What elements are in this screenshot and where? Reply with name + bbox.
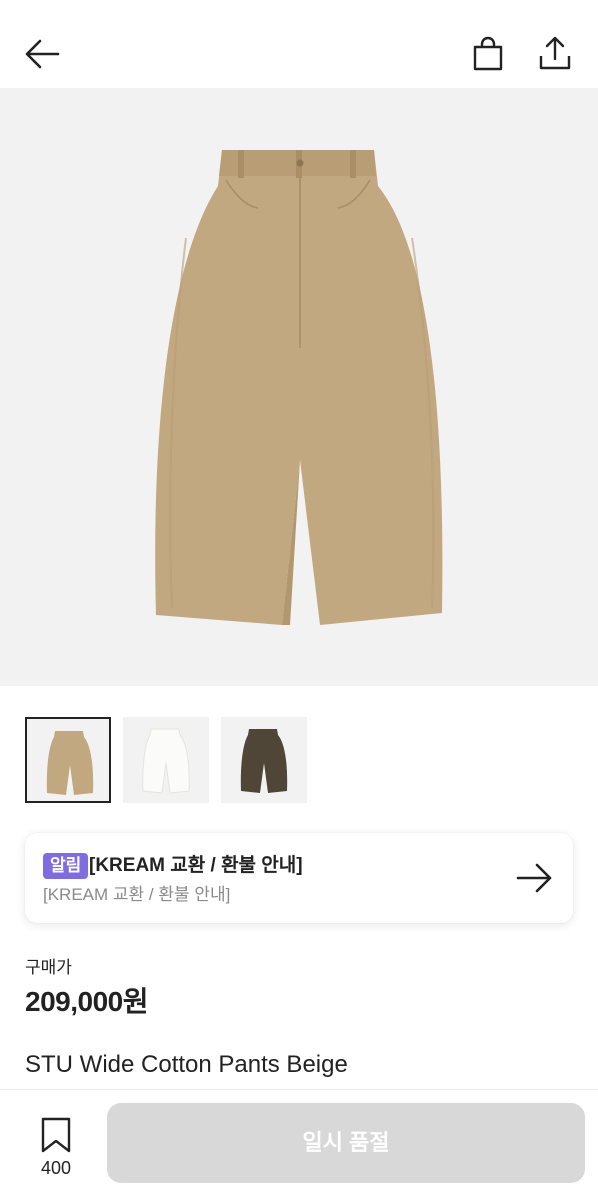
arrow-right-icon: [516, 863, 552, 893]
bottom-action-bar: 400 일시 품절: [0, 1089, 598, 1200]
price-label: 구매가: [25, 958, 72, 977]
share-icon: [539, 36, 571, 70]
wishlist-button[interactable]: 400: [22, 1112, 90, 1182]
thumbnail-brown[interactable]: [221, 717, 307, 803]
notice-badge: 알림: [43, 853, 89, 879]
wishlist-count: 400: [40, 1158, 72, 1178]
back-button[interactable]: [22, 34, 62, 74]
shopping-bag-icon: [473, 36, 503, 71]
thumbnail-beige[interactable]: [25, 717, 111, 803]
notice-subtitle: [KREAM 교환 / 환불 안내]: [43, 885, 231, 904]
pants-illustration: [155, 150, 443, 625]
cart-button[interactable]: [470, 36, 506, 72]
thumbnail-white[interactable]: [123, 717, 209, 803]
arrow-left-icon: [25, 39, 60, 69]
product-name: STU Wide Cotton Pants Beige: [25, 1051, 348, 1078]
top-bar: [0, 0, 598, 88]
product-image[interactable]: [0, 88, 598, 686]
sold-out-button[interactable]: 일시 품절: [107, 1103, 585, 1183]
pants-thumbnail-beige: [46, 731, 94, 795]
notice-title: [KREAM 교환 / 환불 안내]: [89, 855, 303, 876]
pants-thumbnail-brown: [240, 729, 288, 793]
price-value: 209,000원: [25, 986, 148, 1017]
bookmark-icon: [41, 1117, 71, 1153]
pants-thumbnail-white: [142, 728, 190, 794]
share-button[interactable]: [536, 34, 574, 72]
notice-card[interactable]: 알림 [KREAM 교환 / 환불 안내] [KREAM 교환 / 환불 안내]: [25, 833, 573, 923]
